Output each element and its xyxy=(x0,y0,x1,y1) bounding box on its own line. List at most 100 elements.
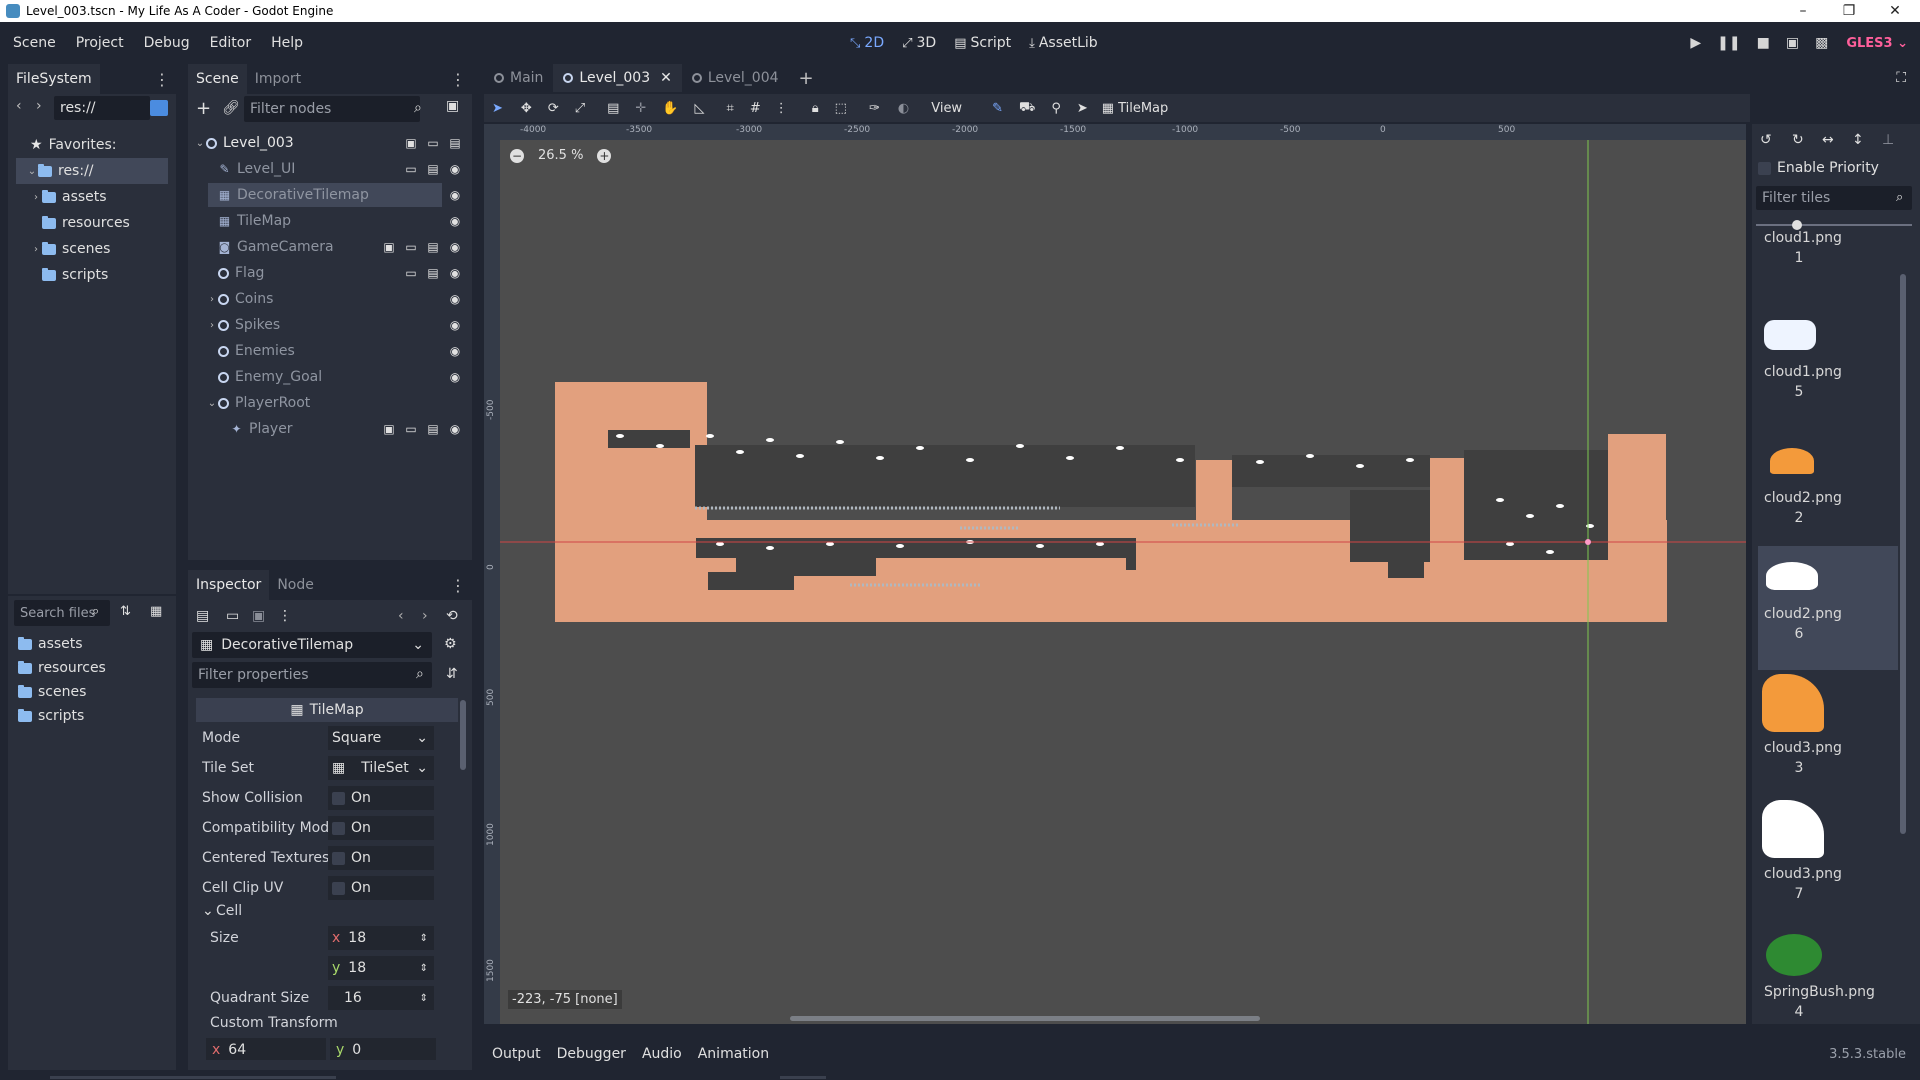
play-scene-icon[interactable]: ▣ xyxy=(1786,35,1799,51)
tile-item[interactable]: cloud1.png 1 xyxy=(1758,228,1898,310)
transform-y-field[interactable]: y0 xyxy=(330,1038,436,1060)
paint-icon[interactable]: ✎ xyxy=(992,101,1003,116)
tree-item-scripts[interactable]: scripts xyxy=(8,262,176,288)
more-options-icon[interactable]: ⋮ xyxy=(450,70,466,89)
snap-options-icon[interactable]: ⋮ xyxy=(775,101,788,116)
favorites-row[interactable]: ★ Favorites: xyxy=(8,132,176,158)
size-x-spinbox[interactable]: x 18 ⇕ xyxy=(328,926,434,950)
section-cell[interactable]: ⌄ Cell xyxy=(196,900,462,922)
tile-item[interactable]: SpringBush.png 4 xyxy=(1758,934,1898,1022)
rotate-mode-icon[interactable]: ⟳ xyxy=(548,101,559,116)
tile-item[interactable]: cloud2.png 6 xyxy=(1758,546,1898,670)
script-attached-icon[interactable]: ▤ xyxy=(426,422,440,436)
visibility-eye-icon[interactable]: ◉ xyxy=(448,318,462,332)
filter-properties-input[interactable]: Filter properties xyxy=(192,662,432,688)
path-field[interactable]: res:// xyxy=(54,96,150,120)
scene-node-enemy-goal[interactable]: Enemy_Goal ◉ xyxy=(188,364,472,390)
new-resource-icon[interactable]: ▤ xyxy=(196,608,209,624)
move-mode-icon[interactable]: ✥ xyxy=(521,101,532,116)
tab-level-004[interactable]: Level_004 xyxy=(682,64,789,92)
visibility-eye-icon[interactable]: ◉ xyxy=(448,214,462,228)
enable-priority-checkbox[interactable]: Enable Priority xyxy=(1758,160,1879,176)
visibility-eye-icon[interactable]: ◉ xyxy=(448,188,462,202)
scene-node-tilemap[interactable]: ▦ TileMap ◉ xyxy=(188,208,472,234)
close-tab-icon[interactable]: ✕ xyxy=(660,70,672,86)
visibility-eye-icon[interactable]: ◉ xyxy=(448,292,462,306)
horizontal-scrollbar[interactable] xyxy=(790,1016,1260,1021)
tree-item-res-root[interactable]: ⌄ res:// xyxy=(16,158,168,184)
rotate-right-icon[interactable]: ↻ xyxy=(1792,132,1804,148)
forward-icon[interactable]: › xyxy=(36,98,42,114)
ruler-icon[interactable]: ◺ xyxy=(695,101,705,116)
scene-node-player[interactable]: ✦ Player ▣ ▭ ▤ ◉ xyxy=(188,416,472,442)
pan-icon[interactable]: ✋ xyxy=(662,101,678,116)
tile-item[interactable]: cloud3.png 7 xyxy=(1758,800,1898,924)
tab-output[interactable]: Output xyxy=(492,1046,541,1062)
filter-nodes-input[interactable]: Filter nodes xyxy=(244,96,420,122)
clapper-icon[interactable]: ▭ xyxy=(404,422,418,436)
tab-debugger[interactable]: Debugger xyxy=(557,1046,626,1062)
visibility-eye-icon[interactable]: ◉ xyxy=(448,370,462,384)
quadrant-size-spinbox[interactable]: 16 ⇕ xyxy=(328,986,434,1010)
show-collision-checkbox[interactable]: On xyxy=(328,786,434,810)
select-mode-icon[interactable]: ➤ xyxy=(492,101,503,116)
history-back-icon[interactable]: ‹ xyxy=(398,608,404,624)
object-properties-icon[interactable]: ⚙ xyxy=(444,636,457,652)
transform-x-field[interactable]: x 64 xyxy=(206,1038,326,1060)
zoom-in-icon[interactable]: + xyxy=(597,148,612,163)
tile-item[interactable]: cloud1.png 5 xyxy=(1758,312,1898,436)
tileset-resource[interactable]: ▦ TileSet ⌄ xyxy=(328,756,434,780)
view-menu[interactable]: View xyxy=(931,101,962,116)
workspace-script[interactable]: ▤ Script xyxy=(954,35,1011,51)
tree-item-assets[interactable]: › assets xyxy=(8,184,176,210)
grid-view-icon[interactable]: ▦ xyxy=(150,604,162,619)
link-icon[interactable]: 🔗︎ xyxy=(222,100,240,116)
menu-debug[interactable]: Debug xyxy=(137,35,197,51)
renderer-select[interactable]: GLES3 ⌄ xyxy=(1846,36,1908,51)
tile-item[interactable]: cloud2.png 2 xyxy=(1758,438,1898,562)
file-list-item[interactable]: scenes xyxy=(8,680,176,704)
visibility-eye-icon[interactable]: ◉ xyxy=(448,344,462,358)
tab-node[interactable]: Node xyxy=(269,570,322,600)
workspace-2d[interactable]: ⤡ 2D xyxy=(850,35,884,51)
tab-import[interactable]: Import xyxy=(247,64,309,94)
script-attached-icon[interactable]: ▤ xyxy=(426,266,440,280)
menu-project[interactable]: Project xyxy=(69,35,131,51)
history-icon[interactable]: ⟲ xyxy=(446,608,458,624)
script-icon[interactable]: ▣ xyxy=(404,136,418,150)
scene-options-icon[interactable]: ▣ xyxy=(446,98,459,114)
script-attached-icon[interactable]: ▤ xyxy=(426,240,440,254)
canvas-viewport[interactable]: − 26.5 % + -223, -75 [none] xyxy=(500,140,1746,1024)
sort-icon[interactable]: ⇅ xyxy=(120,604,131,619)
rotate-left-icon[interactable]: ↺ xyxy=(1760,132,1772,148)
scene-node-level-ui[interactable]: ✎ Level_UI ▭ ▤ ◉ xyxy=(188,156,472,182)
inspector-scrollbar[interactable] xyxy=(460,700,466,770)
list-select-icon[interactable]: ▤ xyxy=(607,101,619,116)
scene-node-coins[interactable]: › Coins ◉ xyxy=(188,286,472,312)
clear-transform-icon[interactable]: ⊥ xyxy=(1882,132,1894,148)
more-options-icon[interactable]: ⋮ xyxy=(278,608,292,624)
scene-node-level-003[interactable]: ⌄ Level_003 ▣ ▭ ▤ xyxy=(188,130,472,156)
smart-snap-icon[interactable]: ⌗ xyxy=(727,101,734,116)
distraction-free-icon[interactable]: ⛶ xyxy=(1896,70,1906,86)
tab-level-003[interactable]: Level_003 ✕ xyxy=(553,64,682,92)
flip-horizontal-icon[interactable]: ↔ xyxy=(1822,132,1834,148)
split-divider[interactable] xyxy=(8,594,176,596)
tab-scene[interactable]: Scene xyxy=(188,64,247,94)
scene-node-playerroot[interactable]: ⌄ PlayerRoot xyxy=(188,390,472,416)
pause-icon[interactable]: ❚❚ xyxy=(1717,35,1740,51)
visibility-eye-icon[interactable]: ◉ xyxy=(448,240,462,254)
object-selector[interactable]: ▦ DecorativeTilemap ⌄ xyxy=(192,632,432,658)
save-icon[interactable]: ▣ xyxy=(252,608,265,624)
filter-tiles-input[interactable]: Filter tiles xyxy=(1756,186,1912,210)
zoom-out-icon[interactable]: − xyxy=(510,148,524,163)
add-tab-icon[interactable]: + xyxy=(789,68,824,89)
scene-node-enemies[interactable]: Enemies ◉ xyxy=(188,338,472,364)
file-list-item[interactable]: scripts xyxy=(8,704,176,728)
open-folder-icon[interactable]: ▭ xyxy=(226,608,239,624)
group-icon[interactable]: ⬚ xyxy=(835,101,847,116)
clapper-icon[interactable]: ▭ xyxy=(404,240,418,254)
bucket-fill-icon[interactable]: ⛟ xyxy=(1019,100,1035,117)
minimize-icon[interactable]: – xyxy=(1780,0,1826,22)
camera-override-icon[interactable]: ◐ xyxy=(898,101,909,116)
